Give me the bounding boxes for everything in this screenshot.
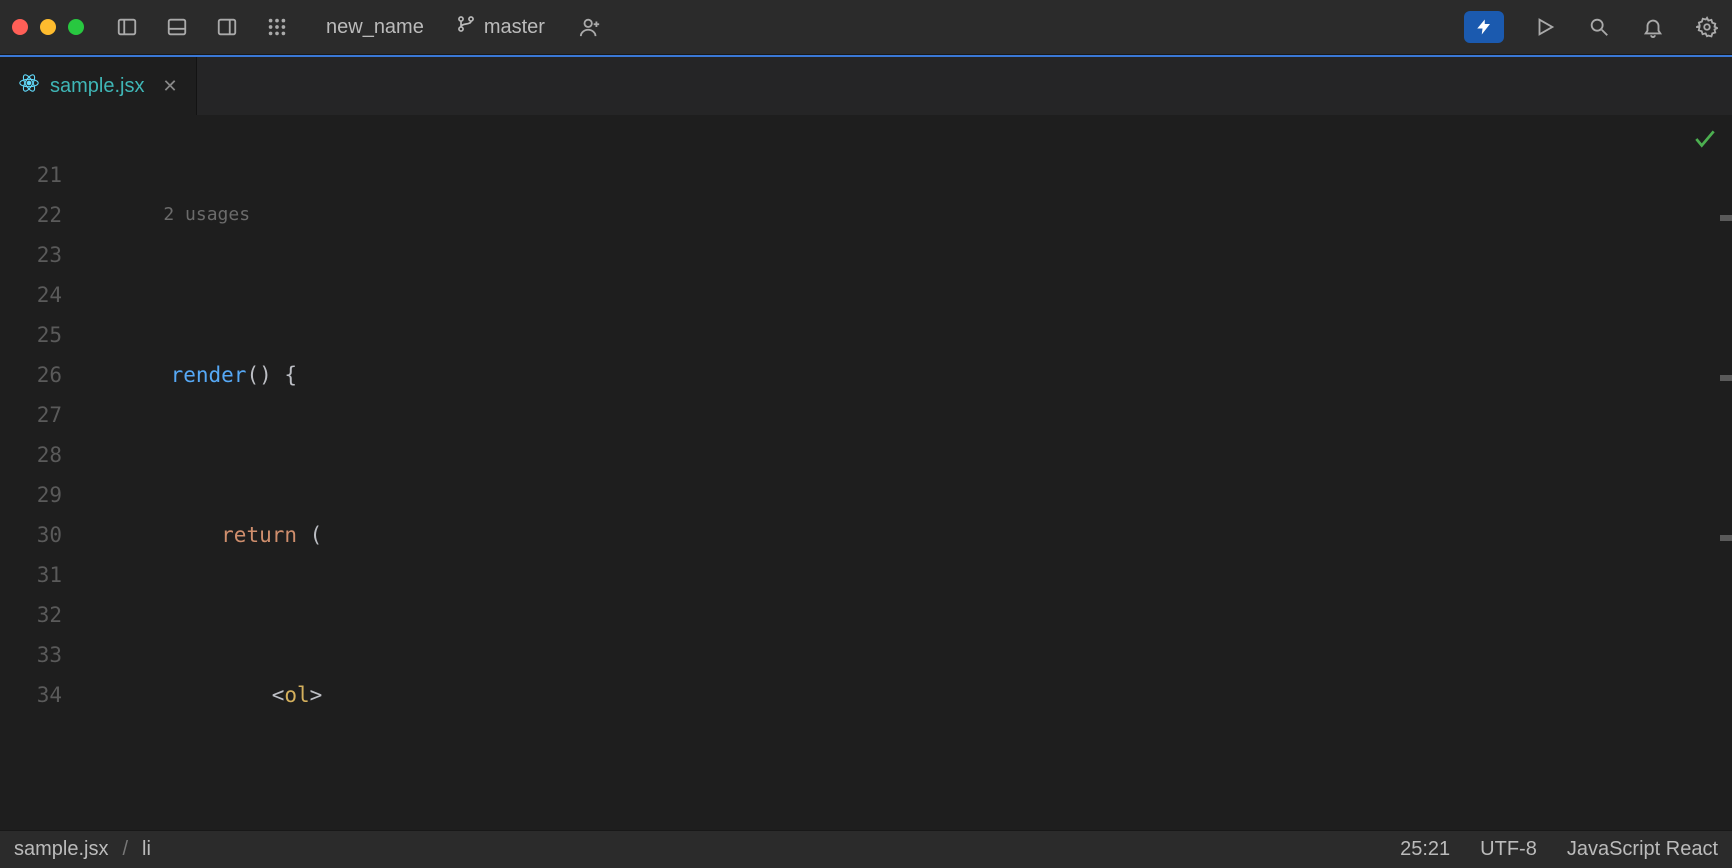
panel-left-icon[interactable] <box>114 14 140 40</box>
line-number: 23 <box>0 235 62 275</box>
code-line: render() { <box>72 355 1732 395</box>
branch-icon <box>456 14 476 40</box>
maximize-window-button[interactable] <box>68 19 84 35</box>
breadcrumb-file: sample.jsx <box>14 838 108 861</box>
editor[interactable]: 21 22 23 24 25 26 27 28 29 30 31 32 33 3… <box>0 115 1732 830</box>
bolt-action-button[interactable] <box>1464 11 1504 43</box>
scrollbar-marker[interactable] <box>1720 375 1732 381</box>
line-number: 29 <box>0 475 62 515</box>
line-number: 34 <box>0 675 62 715</box>
breadcrumb-separator: / <box>122 838 128 861</box>
code-line: return ( <box>72 515 1732 555</box>
close-tab-icon[interactable]: ✕ <box>162 76 177 97</box>
react-icon <box>18 72 40 100</box>
cursor-position[interactable]: 25:21 <box>1400 838 1450 861</box>
scrollbar-marker[interactable] <box>1720 215 1732 221</box>
breadcrumb-element: li <box>142 838 151 861</box>
layout-toggles <box>114 14 290 40</box>
title-bar: new_name master <box>0 0 1732 55</box>
line-number: 27 <box>0 395 62 435</box>
scrollbar-marker[interactable] <box>1720 535 1732 541</box>
branch-name: master <box>484 16 545 39</box>
tab-filename: sample.jsx <box>50 75 144 98</box>
run-icon[interactable] <box>1532 14 1558 40</box>
file-encoding[interactable]: UTF-8 <box>1480 838 1537 861</box>
tab-sample-jsx[interactable]: sample.jsx ✕ <box>0 57 197 115</box>
tab-bar: sample.jsx ✕ <box>0 55 1732 115</box>
code-area[interactable]: 2 usages render() { return ( <ol> {this.… <box>72 115 1732 830</box>
line-gutter: 21 22 23 24 25 26 27 28 29 30 31 32 33 3… <box>0 115 72 715</box>
line-number: 26 <box>0 355 62 395</box>
add-user-icon[interactable] <box>577 14 603 40</box>
search-icon[interactable] <box>1586 14 1612 40</box>
line-number: 24 <box>0 275 62 315</box>
status-bar: sample.jsx / li 25:21 UTF-8 JavaScript R… <box>0 830 1732 868</box>
apps-grid-icon[interactable] <box>264 14 290 40</box>
line-number: 22 <box>0 195 62 235</box>
bell-icon[interactable] <box>1640 14 1666 40</box>
line-number: 25 <box>0 315 62 355</box>
git-branch[interactable]: master <box>456 14 545 40</box>
file-language[interactable]: JavaScript React <box>1567 838 1718 861</box>
status-right: 25:21 UTF-8 JavaScript React <box>1400 838 1718 861</box>
panel-bottom-icon[interactable] <box>164 14 190 40</box>
breadcrumb[interactable]: sample.jsx / li <box>14 838 151 861</box>
gear-icon[interactable] <box>1694 14 1720 40</box>
title-right-actions <box>1464 11 1720 43</box>
close-window-button[interactable] <box>12 19 28 35</box>
line-number: 21 <box>0 155 62 195</box>
line-number: 31 <box>0 555 62 595</box>
code-line: <ol> <box>72 675 1732 715</box>
usages-hint[interactable]: 2 usages <box>72 195 1732 235</box>
panel-right-icon[interactable] <box>214 14 240 40</box>
project-name[interactable]: new_name <box>326 16 424 39</box>
line-number: 30 <box>0 515 62 555</box>
minimize-window-button[interactable] <box>40 19 56 35</box>
line-number: 28 <box>0 435 62 475</box>
line-number: 32 <box>0 595 62 635</box>
window-controls <box>12 19 84 35</box>
line-number: 33 <box>0 635 62 675</box>
